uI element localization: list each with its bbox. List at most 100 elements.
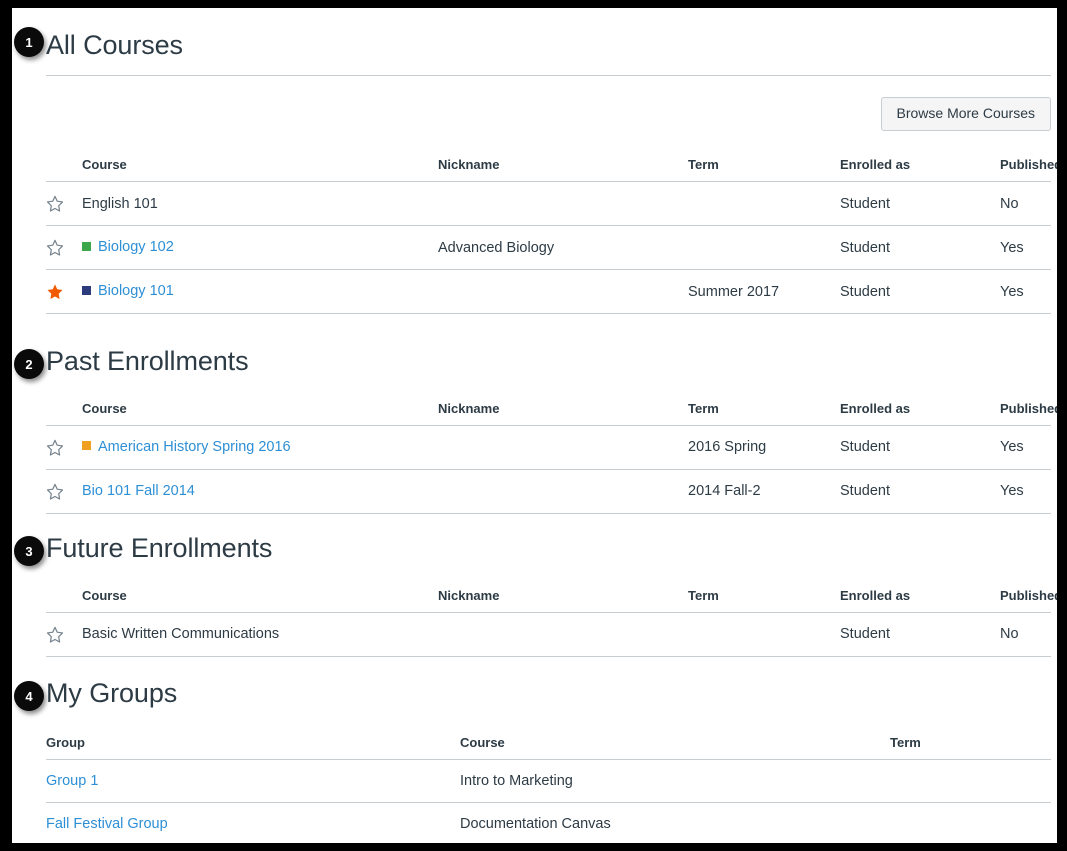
- table-header-row: Course Nickname Term Enrolled as Publish…: [46, 587, 1057, 613]
- section-title-past-enrollments: Past Enrollments: [46, 346, 249, 376]
- my-groups-table-wrap: Group Course Term Group 1 Intro to Market…: [46, 734, 1051, 843]
- col-header-term: Term: [688, 400, 840, 426]
- enrolled-as-cell: Student: [840, 269, 1000, 315]
- enrolled-as-cell: Student: [840, 469, 1000, 514]
- window-frame-right: [1057, 0, 1067, 851]
- group-course-cell: Documentation Canvas: [460, 802, 890, 843]
- col-header-favorite: [46, 587, 82, 613]
- table-row: Basic Written Communications Student No: [46, 612, 1051, 657]
- col-header-term: Term: [688, 157, 840, 183]
- nickname-cell: [438, 469, 688, 514]
- col-header-favorite: [46, 400, 82, 426]
- col-header-term: Term: [688, 587, 840, 613]
- window-frame-bottom: [0, 843, 1067, 851]
- star-outline-icon[interactable]: [46, 626, 64, 643]
- section-title-my-groups: My Groups: [46, 678, 178, 708]
- star-outline-icon[interactable]: [46, 483, 64, 500]
- term-cell: [688, 181, 840, 227]
- col-header-enrolled-as: Enrolled as: [840, 400, 1000, 426]
- course-color-chip: [82, 441, 91, 451]
- course-cell: English 101: [82, 181, 438, 227]
- course-name: Basic Written Communications: [82, 626, 280, 643]
- published-cell: No: [1000, 612, 1051, 657]
- col-header-term: Term: [890, 734, 1051, 760]
- my-groups-section: My Groups Group Course Term Group 1 Intro…: [46, 678, 1051, 843]
- enrolled-as-cell: Student: [840, 612, 1000, 657]
- enrolled-as-cell: Student: [840, 181, 1000, 227]
- browse-more-courses-button[interactable]: Browse More Courses: [880, 96, 1051, 132]
- course-link[interactable]: Bio 101 Fall 2014: [82, 483, 195, 499]
- course-color-chip: [82, 241, 91, 251]
- favorite-cell: [46, 225, 82, 271]
- col-header-course: Course: [82, 157, 438, 183]
- col-header-nickname: Nickname: [438, 587, 688, 613]
- past-enrollments-table: Course Nickname Term Enrolled as Publish…: [46, 400, 1057, 514]
- group-term-cell: [890, 802, 1051, 843]
- course-link[interactable]: Biology 101: [98, 283, 174, 299]
- enrolled-as-cell: Student: [840, 425, 1000, 470]
- star-outline-icon[interactable]: [46, 195, 64, 212]
- table-header-row: Group Course Term: [46, 734, 1051, 760]
- term-cell: 2016 Spring: [688, 425, 840, 470]
- term-cell: [688, 225, 840, 271]
- course-cell: Bio 101 Fall 2014: [82, 469, 438, 514]
- published-cell: Yes: [1000, 269, 1051, 315]
- col-header-favorite: [46, 157, 82, 183]
- col-header-enrolled-as: Enrolled as: [840, 587, 1000, 613]
- course-link[interactable]: American History Spring 2016: [98, 439, 291, 455]
- window-frame-left: [0, 0, 12, 851]
- enrolled-as-cell: Student: [840, 225, 1000, 271]
- term-cell: 2014 Fall-2: [688, 469, 840, 514]
- published-cell: Yes: [1000, 225, 1051, 271]
- favorite-cell: [46, 181, 82, 227]
- all-courses-table: Course Nickname Term Enrolled as Publish…: [46, 157, 1057, 315]
- favorite-cell: [46, 425, 82, 470]
- courses-toolbar: Browse More Courses: [46, 76, 1051, 132]
- page-title: All Courses: [46, 30, 183, 60]
- table-row: Group 1 Intro to Marketing: [46, 759, 1051, 803]
- group-link[interactable]: Fall Festival Group: [46, 816, 168, 832]
- callout-badge-2: 2: [14, 349, 44, 379]
- table-row: Fall Festival Group Documentation Canvas: [46, 802, 1051, 843]
- col-header-group: Group: [46, 734, 460, 760]
- col-header-published: Published: [1000, 157, 1057, 183]
- course-cell: Basic Written Communications: [82, 612, 438, 657]
- callout-badge-3: 3: [14, 536, 44, 566]
- table-row: English 101 Student No: [46, 181, 1051, 227]
- favorite-cell: [46, 469, 82, 514]
- group-link[interactable]: Group 1: [46, 773, 98, 789]
- course-cell: Biology 102: [82, 225, 438, 271]
- future-enrollments-table-wrap: Course Nickname Term Enrolled as Publish…: [46, 587, 1057, 657]
- section-title-future-enrollments: Future Enrollments: [46, 533, 273, 563]
- published-cell: No: [1000, 181, 1051, 227]
- favorite-cell: [46, 269, 82, 315]
- nickname-cell: [438, 425, 688, 470]
- course-cell: American History Spring 2016: [82, 425, 438, 470]
- future-enrollments-table: Course Nickname Term Enrolled as Publish…: [46, 587, 1057, 657]
- col-header-course: Course: [82, 400, 438, 426]
- group-cell: Group 1: [46, 759, 460, 803]
- course-link[interactable]: Biology 102: [98, 239, 174, 255]
- course-color-chip: [82, 285, 91, 295]
- future-enrollments-section: Future Enrollments Course Nickname Term: [46, 533, 1057, 657]
- course-cell: Biology 101: [82, 269, 438, 315]
- table-row: Biology 102 Advanced Biology Student Yes: [46, 225, 1051, 271]
- star-filled-icon[interactable]: [46, 283, 63, 300]
- nickname-cell: [438, 269, 688, 315]
- star-outline-icon[interactable]: [46, 439, 64, 456]
- col-header-nickname: Nickname: [438, 400, 688, 426]
- window-frame-top: [0, 0, 1067, 8]
- nickname-cell: [438, 181, 688, 227]
- course-name: English 101: [82, 195, 158, 212]
- col-header-enrolled-as: Enrolled as: [840, 157, 1000, 183]
- col-header-nickname: Nickname: [438, 157, 688, 183]
- group-cell: Fall Festival Group: [46, 802, 460, 843]
- star-outline-icon[interactable]: [46, 239, 64, 256]
- col-header-course: Course: [82, 587, 438, 613]
- callout-badge-1: 1: [14, 27, 44, 57]
- col-header-published: Published: [1000, 400, 1057, 426]
- table-row: Bio 101 Fall 2014 2014 Fall-2 Student Yes: [46, 469, 1051, 514]
- nickname-cell: Advanced Biology: [438, 225, 688, 271]
- callout-badge-4: 4: [14, 681, 44, 711]
- courses-page: 1 All Courses Browse More Courses Course…: [12, 8, 1057, 843]
